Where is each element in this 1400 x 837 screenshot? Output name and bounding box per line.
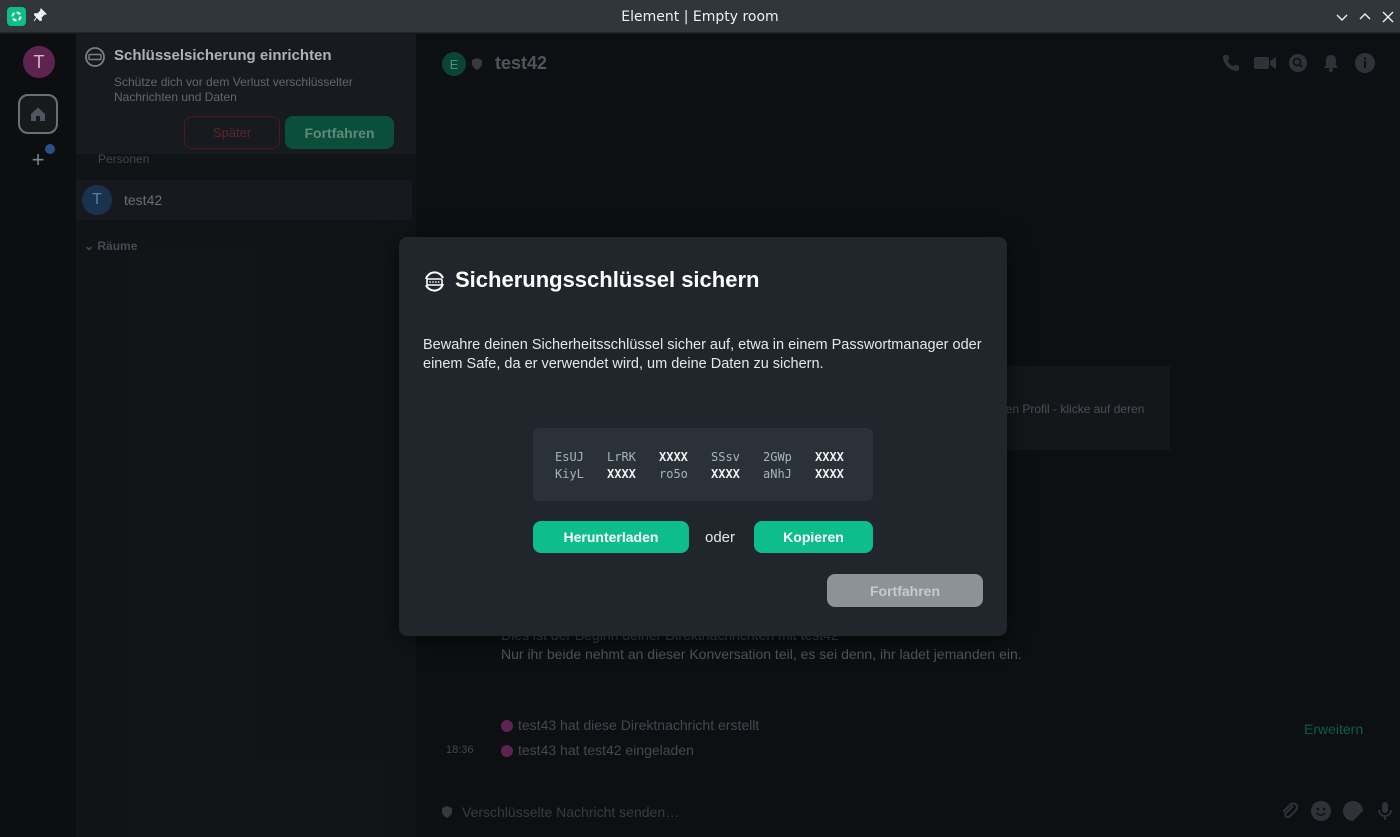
minimize-button[interactable]	[1334, 9, 1350, 25]
window-titlebar: Element | Empty room	[0, 0, 1400, 33]
save-recovery-key-dialog: Sicherungsschlüssel sichern Bewahre dein…	[399, 237, 1007, 636]
key-chunk: LrRK	[607, 450, 636, 464]
key-chunk: ro5o	[659, 467, 688, 481]
key-chunk: XXXX	[815, 450, 844, 464]
key-chunk: KiyL	[555, 467, 584, 481]
dialog-description: Bewahre deinen Sicherheitsschlüssel sich…	[423, 337, 982, 372]
key-chunk: SSsv	[711, 450, 740, 464]
key-chunk: EsUJ	[555, 450, 584, 464]
window-title: Element | Empty room	[621, 9, 779, 25]
key-chunk: XXXX	[659, 450, 688, 464]
key-chunk: XXXX	[607, 467, 636, 481]
dialog-title: Sicherungsschlüssel sichern	[455, 267, 760, 292]
recovery-key: EsUJ LrRK XXXX SSsv 2GWp XXXX KiyL XXXX …	[555, 449, 855, 482]
maximize-button[interactable]	[1357, 9, 1373, 25]
key-chunk: XXXX	[815, 467, 844, 481]
key-chunk: aNhJ	[763, 467, 792, 481]
recovery-key-box: EsUJ LrRK XXXX SSsv 2GWp XXXX KiyL XXXX …	[533, 428, 873, 501]
key-backup-icon	[423, 270, 446, 293]
download-button[interactable]: Herunterladen	[533, 521, 689, 553]
copy-button[interactable]: Kopieren	[754, 521, 873, 553]
continue-button[interactable]: Fortfahren	[827, 574, 983, 607]
close-window-button[interactable]	[1380, 9, 1396, 25]
or-label: oder	[705, 529, 736, 546]
key-chunk: 2GWp	[763, 450, 792, 464]
key-chunk: XXXX	[711, 467, 740, 481]
